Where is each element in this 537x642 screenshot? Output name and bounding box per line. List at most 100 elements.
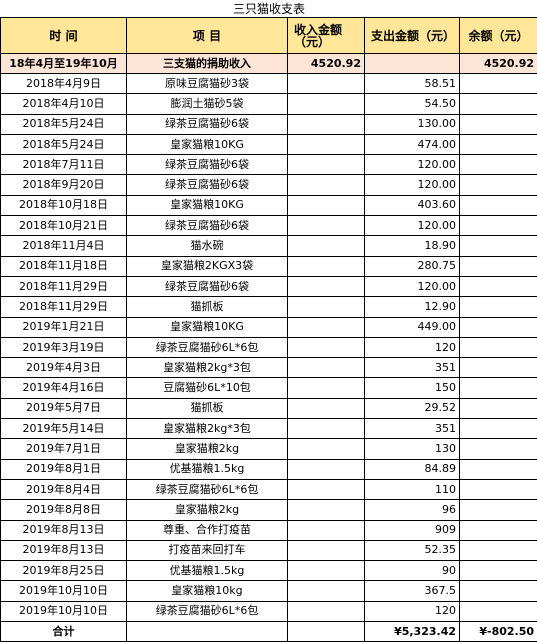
row-income	[288, 175, 365, 195]
row-balance	[460, 114, 537, 134]
row-balance	[460, 195, 537, 215]
row-balance	[460, 317, 537, 337]
row-income	[288, 114, 365, 134]
row-date: 2018年10月21日	[1, 216, 127, 236]
row-income	[288, 419, 365, 439]
row-balance	[460, 358, 537, 378]
row-expense: 12.90	[365, 297, 460, 317]
income-date: 18年4月至19年10月	[1, 54, 127, 74]
row-balance	[460, 419, 537, 439]
row-item: 皇家猫粮2KGX3袋	[127, 256, 288, 276]
table-row: 2018年9月20日绿茶豆腐猫砂6袋120.00	[1, 175, 537, 195]
table-row: 2018年11月29日猫抓板12.90	[1, 297, 537, 317]
table-row: 2018年10月21日绿茶豆腐猫砂6袋 120.00	[1, 216, 537, 236]
row-expense: 84.89	[365, 459, 460, 479]
row-income	[288, 155, 365, 175]
row-item: 绿茶豆腐猫砂6L*6包	[127, 601, 288, 621]
row-item: 绿茶豆腐猫砂6袋	[127, 276, 288, 296]
total-row: 合计¥5,323.42¥-802.50	[1, 622, 537, 642]
row-income	[288, 317, 365, 337]
table-row: 2019年8月4日绿茶豆腐猫砂6L*6包110	[1, 479, 537, 499]
row-expense: 351	[365, 419, 460, 439]
row-item: 皇家猫粮10KG	[127, 317, 288, 337]
table-row: 2019年8月25日优基猫粮1.5kg 90	[1, 561, 537, 581]
row-income	[288, 439, 365, 459]
row-expense: 110	[365, 479, 460, 499]
row-balance	[460, 134, 537, 154]
row-balance	[460, 581, 537, 601]
row-balance	[460, 74, 537, 94]
table-row: 2018年4月9日原味豆腐猫砂3袋58.51	[1, 74, 537, 94]
row-item: 打疫苗来回打车	[127, 540, 288, 560]
row-expense: 120.00	[365, 216, 460, 236]
row-date: 2018年11月29日	[1, 276, 127, 296]
row-balance	[460, 459, 537, 479]
row-income	[288, 94, 365, 114]
row-date: 2018年5月24日	[1, 114, 127, 134]
row-expense: 367.5	[365, 581, 460, 601]
row-balance	[460, 236, 537, 256]
row-date: 2019年4月3日	[1, 358, 127, 378]
table-row: 2018年10月18日皇家猫粮10KG403.60	[1, 195, 537, 215]
header-item: 项 目	[127, 18, 288, 54]
row-balance	[460, 155, 537, 175]
row-income	[288, 378, 365, 398]
row-expense: 29.52	[365, 398, 460, 418]
row-income	[288, 581, 365, 601]
row-date: 2019年5月14日	[1, 419, 127, 439]
row-date: 2019年4月16日	[1, 378, 127, 398]
row-item: 皇家猫粮2kg*3包	[127, 358, 288, 378]
header-income: 收入金额（元）	[288, 18, 365, 54]
row-income	[288, 134, 365, 154]
table-row: 2018年7月11日绿茶豆腐猫砂6袋120.00	[1, 155, 537, 175]
row-date: 2019年3月19日	[1, 337, 127, 357]
row-item: 优基猫粮1.5kg	[127, 561, 288, 581]
total-income	[288, 622, 365, 642]
row-expense: 403.60	[365, 195, 460, 215]
row-expense: 909	[365, 520, 460, 540]
income-amount: 4520.92	[288, 54, 365, 74]
total-item	[127, 622, 288, 642]
row-item: 猫水碗	[127, 236, 288, 256]
row-income	[288, 398, 365, 418]
row-income	[288, 216, 365, 236]
row-date: 2019年8月25日	[1, 561, 127, 581]
row-expense: 90	[365, 561, 460, 581]
table-row: 2019年8月8日皇家猫粮2kg96	[1, 500, 537, 520]
row-balance	[460, 479, 537, 499]
row-expense: 150	[365, 378, 460, 398]
row-balance	[460, 175, 537, 195]
row-balance	[460, 94, 537, 114]
table-row: 2018年5月24日绿茶豆腐猫砂6袋130.00	[1, 114, 537, 134]
row-income	[288, 540, 365, 560]
row-item: 优基猫粮1.5kg	[127, 459, 288, 479]
row-item: 绿茶豆腐猫砂6袋	[127, 155, 288, 175]
row-expense: 120	[365, 601, 460, 621]
row-balance	[460, 439, 537, 459]
row-income	[288, 561, 365, 581]
row-date: 2018年11月4日	[1, 236, 127, 256]
total-expense: ¥5,323.42	[365, 622, 460, 642]
row-date: 2019年8月8日	[1, 500, 127, 520]
row-date: 2018年11月18日	[1, 256, 127, 276]
row-balance	[460, 520, 537, 540]
income-row: 18年4月至19年10月 三支猫的捐助收入 4520.92 4520.92	[1, 54, 537, 74]
row-item: 绿茶豆腐猫砂6袋	[127, 216, 288, 236]
table-row: 2019年5月7日猫抓板29.52	[1, 398, 537, 418]
row-date: 2018年10月18日	[1, 195, 127, 215]
row-date: 2019年5月7日	[1, 398, 127, 418]
row-expense: 280.75	[365, 256, 460, 276]
row-income	[288, 500, 365, 520]
income-balance: 4520.92	[460, 54, 537, 74]
table-row: 2018年4月10日膨润土猫砂5袋54.50	[1, 94, 537, 114]
table-row: 2019年4月3日皇家猫粮2kg*3包351	[1, 358, 537, 378]
row-date: 2019年10月10日	[1, 601, 127, 621]
row-income	[288, 74, 365, 94]
row-income	[288, 297, 365, 317]
row-item: 皇家猫粮10kg	[127, 581, 288, 601]
row-date: 2019年8月13日	[1, 540, 127, 560]
row-date: 2019年10月10日	[1, 581, 127, 601]
row-item: 绿茶豆腐猫砂6L*6包	[127, 337, 288, 357]
row-date: 2018年4月9日	[1, 74, 127, 94]
table-row: 2019年8月13日打疫苗来回打车52.35	[1, 540, 537, 560]
